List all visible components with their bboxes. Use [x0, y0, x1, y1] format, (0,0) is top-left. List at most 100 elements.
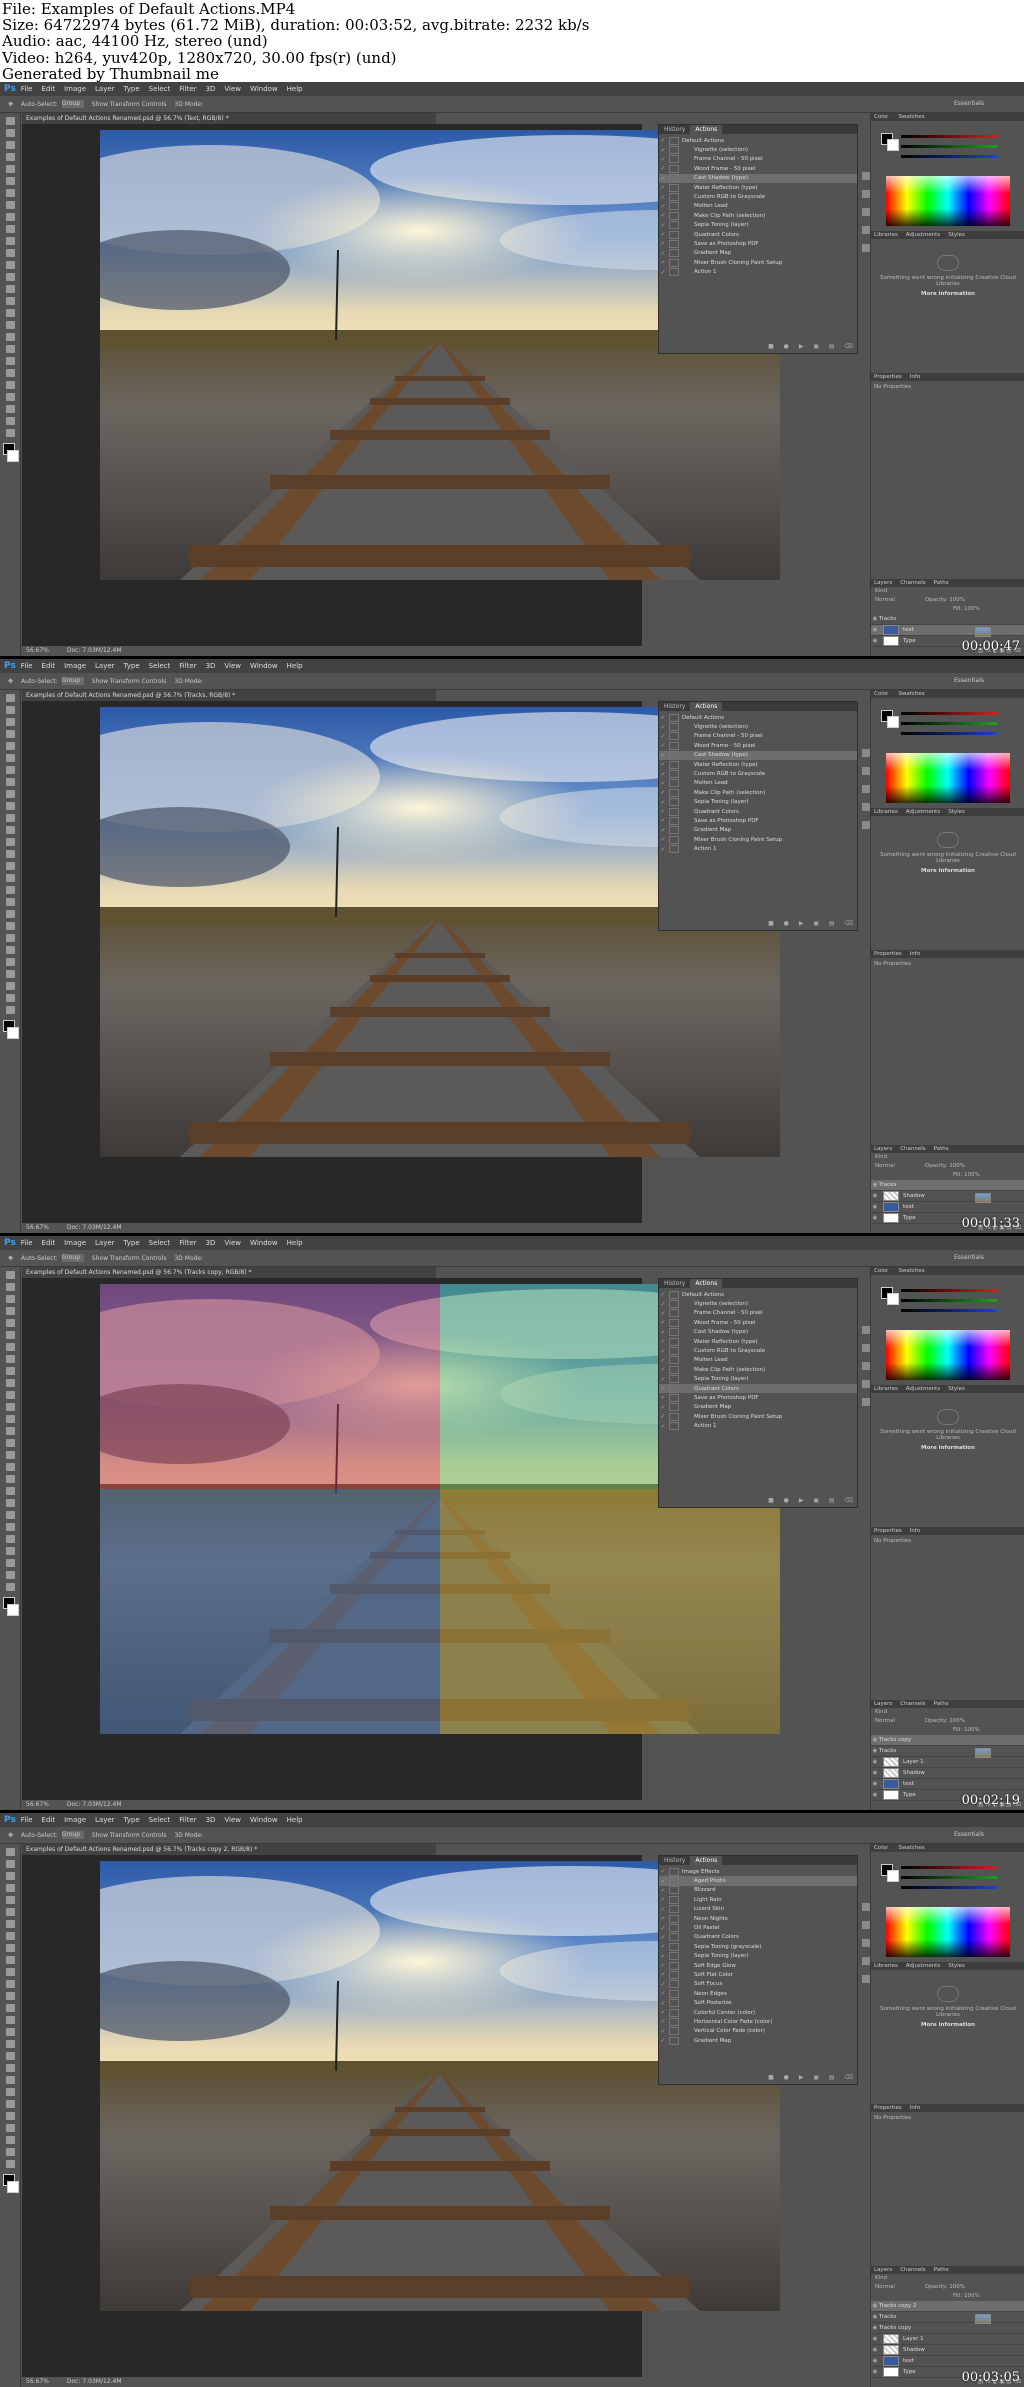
dialog-toggle[interactable] — [669, 2017, 679, 2026]
tool-icon[interactable] — [5, 1006, 15, 1014]
tool-icon[interactable] — [5, 1391, 15, 1399]
checkmark-icon[interactable]: ✓ — [659, 1357, 667, 1364]
tool-icon[interactable] — [5, 1331, 15, 1339]
panel-toggle-icon[interactable] — [862, 785, 870, 793]
tool-icon[interactable] — [5, 1872, 15, 1880]
tool-icon[interactable] — [5, 213, 15, 221]
checkmark-icon[interactable]: ✓ — [659, 1338, 667, 1345]
tab-swatches[interactable]: Swatches — [898, 1268, 924, 1274]
action-item[interactable]: ✓ Neon Edges — [659, 1989, 857, 1998]
action-item[interactable]: ✓ Light Rain — [659, 1895, 857, 1904]
dialog-toggle[interactable] — [669, 1412, 679, 1421]
tool-icon[interactable] — [5, 345, 15, 353]
tool-icon[interactable] — [5, 177, 15, 185]
dialog-toggle[interactable] — [669, 1393, 679, 1402]
dialog-toggle[interactable] — [669, 1886, 679, 1895]
tool-icon[interactable] — [5, 826, 15, 834]
action-item[interactable]: ✓ Soft Edge Glow — [659, 1961, 857, 1970]
tool-icon[interactable] — [5, 1848, 15, 1856]
action-item[interactable]: ✓ Sepia Toning (layer) — [659, 1952, 857, 1961]
action-item[interactable]: ✓ Neon Nights — [659, 1914, 857, 1923]
tab-actions[interactable]: Actions — [690, 1856, 723, 1865]
menu-edit[interactable]: Edit — [42, 1239, 56, 1247]
checkmark-icon[interactable]: ✓ — [659, 808, 667, 815]
opacity-field[interactable]: Opacity: 100% — [925, 2284, 965, 2290]
zoom-level[interactable]: 56.67% — [26, 647, 49, 654]
tab-color[interactable]: Color — [874, 114, 888, 120]
color-slider[interactable] — [901, 155, 997, 158]
tab-swatches[interactable]: Swatches — [898, 114, 924, 120]
tool-icon[interactable] — [5, 730, 15, 738]
tool-icon[interactable] — [5, 1283, 15, 1291]
tool-icon[interactable] — [5, 1295, 15, 1303]
menu-file[interactable]: File — [21, 1816, 33, 1824]
menu-view[interactable]: View — [224, 662, 241, 670]
menu-help[interactable]: Help — [287, 1816, 303, 1824]
tab-properties[interactable]: Properties — [874, 1528, 902, 1534]
dialog-toggle[interactable] — [669, 221, 679, 230]
menu-image[interactable]: Image — [64, 85, 86, 93]
layer-row[interactable]: ◉ Layer 1 — [871, 2334, 1024, 2345]
tab-channels[interactable]: Channels — [900, 1701, 925, 1707]
tool-icon[interactable] — [5, 742, 15, 750]
tab-paths[interactable]: Paths — [934, 580, 949, 586]
tool-icon[interactable] — [5, 874, 15, 882]
action-item[interactable]: ✓ Mixer Brush Cloning Paint Setup — [659, 258, 857, 267]
group-dropdown[interactable]: Group — [61, 677, 84, 685]
menu-3d[interactable]: 3D — [206, 85, 216, 93]
layer-row[interactable]: ◉ Shadow — [871, 2345, 1024, 2356]
tab-libraries[interactable]: Libraries — [874, 232, 898, 238]
dialog-toggle[interactable] — [669, 2008, 679, 2017]
group-dropdown[interactable]: Group — [61, 1831, 84, 1839]
dialog-toggle[interactable] — [669, 258, 679, 267]
dialog-toggle[interactable] — [669, 1347, 679, 1356]
layer-row[interactable]: ◉ Tracks — [871, 614, 1024, 637]
action-item[interactable]: ✓ Sepia Toning (layer) — [659, 798, 857, 807]
action-item[interactable]: ✓ Action 1 — [659, 1421, 857, 1431]
tool-icon[interactable] — [5, 1427, 15, 1435]
tool-icon[interactable] — [5, 2016, 15, 2024]
fill-field[interactable]: Fill: 100% — [953, 1727, 980, 1733]
tool-icon[interactable] — [5, 862, 15, 870]
menu-window[interactable]: Window — [250, 85, 278, 93]
blend-mode-dropdown[interactable]: Normal — [875, 1718, 895, 1724]
layer-row[interactable]: ◉ Layer 1 — [871, 1757, 1024, 1768]
tool-icon[interactable] — [5, 1896, 15, 1904]
action-item[interactable]: ✓ Frame Channel - 50 pixel — [659, 732, 857, 741]
move-tool-icon[interactable]: ✥ — [8, 1832, 13, 1839]
document-tab[interactable]: Examples of Default Actions Renamed.psd … — [22, 1267, 436, 1278]
action-item[interactable]: ✓ Gradient Map — [659, 2036, 857, 2045]
dialog-toggle[interactable] — [669, 146, 679, 155]
tab-info[interactable]: Info — [910, 1528, 920, 1534]
dialog-toggle[interactable] — [669, 1309, 679, 1318]
tool-icon[interactable] — [5, 718, 15, 726]
tool-icon[interactable] — [5, 249, 15, 257]
tool-icon[interactable] — [5, 778, 15, 786]
tab-paths[interactable]: Paths — [934, 1146, 949, 1152]
tool-icon[interactable] — [5, 1307, 15, 1315]
auto-select-label[interactable]: Auto-Select: — [21, 1255, 58, 1262]
dialog-toggle[interactable] — [669, 779, 679, 788]
tool-icon[interactable] — [5, 1920, 15, 1928]
layer-row[interactable]: ◉ Shadow — [871, 1768, 1024, 1779]
menu-window[interactable]: Window — [250, 662, 278, 670]
menu-layer[interactable]: Layer — [95, 662, 115, 670]
eye-icon[interactable]: ◉ — [871, 1737, 879, 1743]
checkmark-icon[interactable]: ✓ — [659, 1310, 667, 1317]
background-color-swatch[interactable] — [7, 1604, 19, 1616]
checkmark-icon[interactable]: ✓ — [659, 1878, 667, 1885]
background-color-swatch[interactable] — [7, 2181, 19, 2193]
tool-icon[interactable] — [5, 1355, 15, 1363]
opacity-field[interactable]: Opacity: 100% — [925, 1163, 965, 1169]
dialog-toggle[interactable] — [669, 2027, 679, 2036]
tool-icon[interactable] — [5, 1439, 15, 1447]
dialog-toggle[interactable] — [669, 1337, 679, 1346]
layer-row[interactable]: ◉ Shadow — [871, 1191, 1024, 1202]
tool-icon[interactable] — [5, 1547, 15, 1555]
dialog-toggle[interactable] — [669, 1933, 679, 1942]
color-spectrum[interactable] — [886, 753, 1010, 803]
tab-color[interactable]: Color — [874, 1268, 888, 1274]
tab-channels[interactable]: Channels — [900, 580, 925, 586]
tool-icon[interactable] — [5, 429, 15, 437]
panel-toggle-icon[interactable] — [862, 226, 870, 234]
